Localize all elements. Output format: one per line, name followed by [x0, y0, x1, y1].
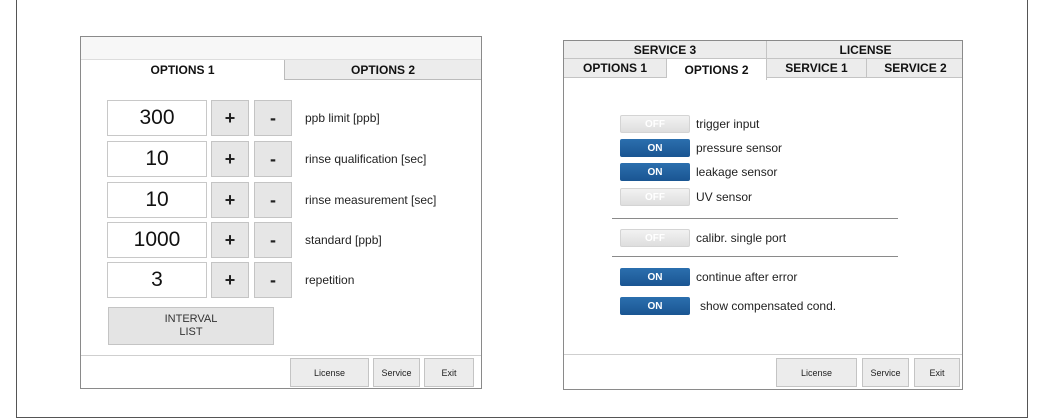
uv-sensor-toggle[interactable]: OFF [620, 188, 690, 206]
leakage-sensor-toggle[interactable]: ON [620, 163, 690, 181]
tab-license[interactable]: LICENSE [767, 41, 962, 59]
pressure-sensor-toggle[interactable]: ON [620, 139, 690, 157]
service-button[interactable]: Service [862, 358, 909, 387]
section-divider [612, 218, 898, 219]
trigger-input-label: trigger input [696, 117, 760, 131]
show-compensated-cond-label: show compensated cond. [700, 299, 837, 313]
show-compensated-cond-toggle[interactable]: ON [620, 297, 690, 315]
calibr-single-port-toggle[interactable]: OFF [620, 229, 690, 247]
ppb-limit-minus-button[interactable]: - [254, 100, 292, 136]
options2-panel: SERVICE 3 LICENSE OPTIONS 1 OPTIONS 2 SE… [563, 40, 963, 390]
license-button[interactable]: License [290, 358, 369, 387]
repetition-label: repetition [305, 273, 355, 287]
tab-service-2[interactable]: SERVICE 2 [867, 59, 962, 78]
footer-divider [81, 355, 481, 356]
uv-sensor-label: UV sensor [696, 190, 753, 204]
rinse-measurement-minus-button[interactable]: - [254, 182, 292, 218]
tab-service-3[interactable]: SERVICE 3 [564, 41, 767, 59]
repetition-plus-button[interactable]: + [211, 262, 249, 298]
tab-service-1[interactable]: SERVICE 1 [767, 59, 867, 78]
tab-options-2[interactable]: OPTIONS 2 [667, 59, 767, 80]
ppb-limit-plus-button[interactable]: + [211, 100, 249, 136]
tab-options-1[interactable]: OPTIONS 1 [81, 60, 284, 80]
standard-plus-button[interactable]: + [211, 222, 249, 258]
continue-after-error-toggle[interactable]: ON [620, 268, 690, 286]
title-strip [81, 37, 481, 60]
standard-minus-button[interactable]: - [254, 222, 292, 258]
license-button[interactable]: License [776, 358, 857, 387]
continue-after-error-label: continue after error [696, 270, 798, 284]
rinse-qualification-plus-button[interactable]: + [211, 141, 249, 177]
exit-button[interactable]: Exit [914, 358, 960, 387]
rinse-qualification-label: rinse qualification [sec] [305, 152, 427, 166]
tab-options-1[interactable]: OPTIONS 1 [564, 59, 667, 78]
repetition-value[interactable]: 3 [107, 262, 207, 298]
rinse-qualification-minus-button[interactable]: - [254, 141, 292, 177]
rinse-measurement-label: rinse measurement [sec] [305, 193, 437, 207]
rinse-measurement-plus-button[interactable]: + [211, 182, 249, 218]
pressure-sensor-label: pressure sensor [696, 141, 783, 155]
section-divider [612, 256, 898, 257]
calibr-single-port-label: calibr. single port [696, 231, 787, 245]
service-button[interactable]: Service [373, 358, 420, 387]
ppb-limit-label: ppb limit [ppb] [305, 111, 380, 125]
repetition-minus-button[interactable]: - [254, 262, 292, 298]
interval-list-button[interactable]: INTERVAL LIST [108, 307, 274, 345]
leakage-sensor-label: leakage sensor [696, 165, 778, 179]
interval-list-label-line1: INTERVAL [164, 313, 218, 325]
rinse-qualification-value[interactable]: 10 [107, 141, 207, 177]
rinse-measurement-value[interactable]: 10 [107, 182, 207, 218]
standard-label: standard [ppb] [305, 233, 382, 247]
exit-button[interactable]: Exit [424, 358, 474, 387]
ppb-limit-value[interactable]: 300 [107, 100, 207, 136]
tab-options-2[interactable]: OPTIONS 2 [284, 60, 481, 80]
interval-list-label-line2: LIST [179, 326, 203, 338]
options1-panel: OPTIONS 1 OPTIONS 2 300 + - ppb limit [p… [80, 36, 482, 389]
footer-divider [564, 354, 962, 355]
standard-value[interactable]: 1000 [107, 222, 207, 258]
trigger-input-toggle[interactable]: OFF [620, 115, 690, 133]
